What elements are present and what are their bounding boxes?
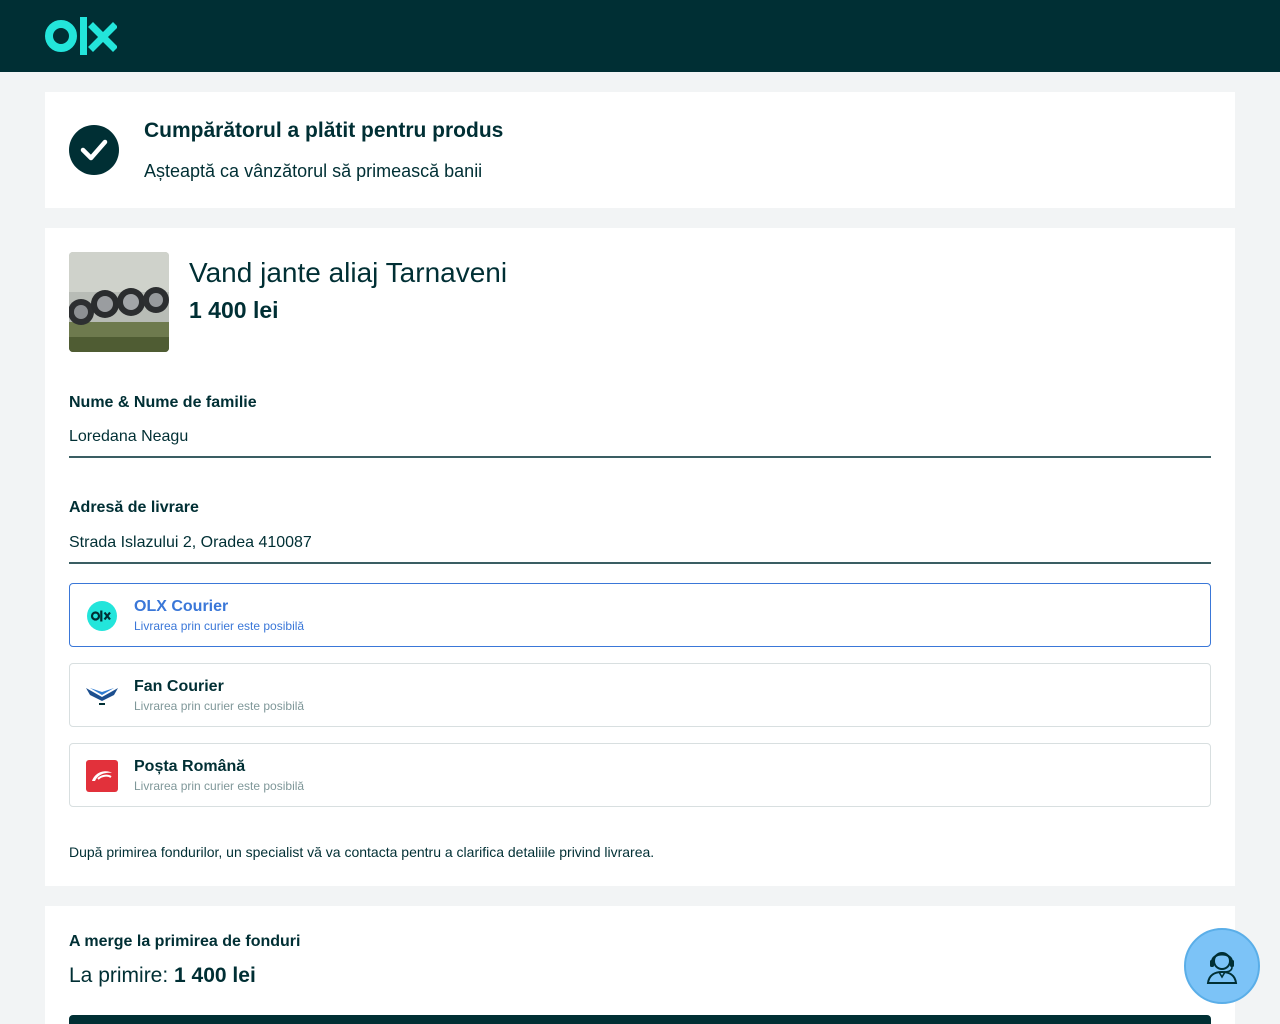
payment-status-card: Cumpărătorul a plătit pentru produs Aște… <box>45 92 1235 208</box>
courier-option-olx[interactable]: OLX Courier Livrarea prin curier este po… <box>69 583 1211 647</box>
order-details-card: Vand jante aliaj Tarnaveni 1 400 lei Num… <box>45 228 1235 886</box>
funds-label: La primire: <box>69 964 169 987</box>
name-field-label: Nume & Nume de familie <box>69 394 257 411</box>
product-title[interactable]: Vand jante aliaj Tarnaveni <box>189 257 507 289</box>
address-field[interactable]: Strada Islazului 2, Oradea 410087 <box>69 534 1211 564</box>
funds-amount: 1 400 lei <box>174 964 256 987</box>
courier-name: OLX Courier <box>134 598 229 615</box>
courier-name: Poșta Română <box>134 758 246 775</box>
courier-option-fan[interactable]: Fan Courier Livrarea prin curier este po… <box>69 663 1211 727</box>
top-bar <box>0 0 1280 72</box>
product-price: 1 400 lei <box>189 297 279 323</box>
olx-logo[interactable] <box>45 15 117 57</box>
courier-description: Livrarea prin curier este posibilă <box>134 619 305 633</box>
courier-name: Fan Courier <box>134 678 224 695</box>
checkmark-icon <box>69 125 119 175</box>
funds-action-button[interactable] <box>69 1015 1211 1024</box>
product-image[interactable] <box>69 252 169 352</box>
address-field-label: Adresă de livrare <box>69 499 199 516</box>
courier-description: Livrarea prin curier este posibilă <box>134 699 305 713</box>
status-title: Cumpărătorul a plătit pentru produs <box>144 119 504 142</box>
courier-description: Livrarea prin curier este posibilă <box>134 779 305 793</box>
name-field[interactable]: Loredana Neagu <box>69 428 1211 458</box>
courier-option-posta[interactable]: Poșta Română Livrarea prin curier este p… <box>69 743 1211 807</box>
support-chat-button[interactable] <box>1184 928 1260 1004</box>
support-agent-icon <box>1206 952 1238 984</box>
funds-card: A merge la primirea de fonduri La primir… <box>45 906 1235 1024</box>
olx-courier-icon <box>86 600 118 632</box>
funds-title: A merge la primirea de fonduri <box>69 933 301 950</box>
delivery-note: După primirea fondurilor, un specialist … <box>69 844 655 860</box>
fan-courier-icon <box>86 680 118 712</box>
posta-romana-icon <box>86 760 118 792</box>
status-subtitle: Așteaptă ca vânzătorul să primească bani… <box>144 161 483 181</box>
funds-amount-line: La primire: 1 400 lei <box>69 964 256 988</box>
